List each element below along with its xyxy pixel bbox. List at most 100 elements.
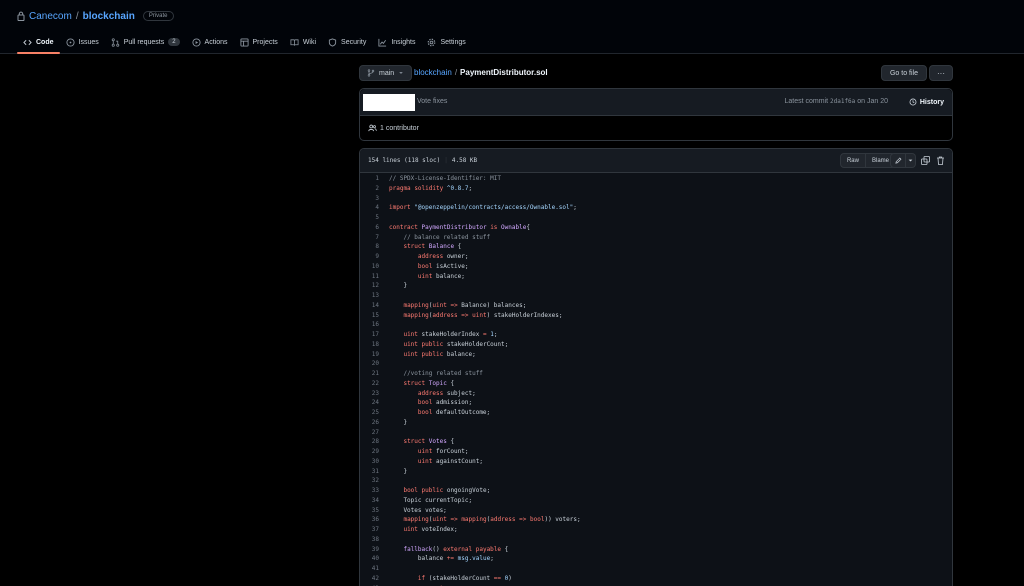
line-number[interactable]: 16 — [360, 320, 379, 330]
code-token: struct — [403, 438, 426, 446]
line-number[interactable]: 14 — [360, 301, 379, 311]
line-number[interactable]: 13 — [360, 291, 379, 301]
tab-actions[interactable]: Actions — [186, 33, 234, 51]
code-token: ) stakeHolderIndexes; — [486, 311, 563, 319]
line-number[interactable]: 39 — [360, 545, 379, 555]
line-number[interactable]: 26 — [360, 418, 379, 428]
line-number[interactable]: 27 — [360, 428, 379, 438]
line-number[interactable]: 1 — [360, 174, 379, 184]
line-number[interactable]: 19 — [360, 350, 379, 360]
line-number[interactable]: 28 — [360, 437, 379, 447]
code-token: balance; — [432, 272, 465, 280]
tab-pull-requests[interactable]: Pull requests 2 — [105, 33, 186, 51]
repo-owner-link[interactable]: Canecom — [29, 11, 72, 22]
breadcrumb-repo-link[interactable]: blockchain — [414, 68, 452, 77]
line-number[interactable]: 4 — [360, 203, 379, 213]
tab-security[interactable]: Security — [322, 33, 372, 51]
more-options-button[interactable]: ··· — [929, 65, 953, 81]
code-token: mapping — [461, 516, 487, 524]
contributors-link[interactable]: 1 contributor — [368, 124, 419, 132]
code-token: balance; — [443, 350, 476, 358]
code-line: 24 bool admission; — [360, 398, 952, 408]
line-number[interactable]: 12 — [360, 281, 379, 291]
code-token: mapping — [403, 516, 429, 524]
code-token: Votes — [428, 438, 447, 446]
code-token: == — [493, 574, 502, 582]
line-number[interactable]: 42 — [360, 574, 379, 584]
branch-selector[interactable]: main — [359, 65, 413, 81]
chevron-down-icon — [908, 159, 913, 162]
repo-name-link[interactable]: blockchain — [83, 11, 135, 22]
code-line: 36 mapping(uint => mapping(address => bo… — [360, 515, 952, 525]
raw-button[interactable]: Raw — [839, 153, 866, 168]
code-line: 9 address owner; — [360, 252, 952, 262]
tab-label: Issues — [78, 38, 99, 46]
line-number[interactable]: 2 — [360, 184, 379, 194]
edit-dropdown-button[interactable] — [906, 153, 916, 168]
line-number[interactable]: 20 — [360, 359, 379, 369]
line-number[interactable]: 5 — [360, 213, 379, 223]
code-token: += — [446, 555, 455, 563]
code-token: subject; — [443, 389, 476, 397]
history-icon — [909, 98, 917, 106]
line-number[interactable]: 22 — [360, 379, 379, 389]
commit-message-link[interactable]: Vote fixes — [417, 98, 447, 105]
line-number[interactable]: 31 — [360, 467, 379, 477]
tab-insights[interactable]: Insights — [372, 33, 421, 51]
line-number[interactable]: 25 — [360, 408, 379, 418]
line-number[interactable]: 9 — [360, 252, 379, 262]
line-number[interactable]: 40 — [360, 554, 379, 564]
latest-commit-label: Latest commit — [784, 98, 829, 105]
line-number[interactable]: 15 — [360, 311, 379, 321]
line-number[interactable]: 29 — [360, 447, 379, 457]
line-content: struct Balance { — [389, 242, 461, 252]
tab-wiki[interactable]: Wiki — [284, 33, 322, 51]
code-token: solidity — [414, 184, 444, 192]
breadcrumb-file-name: PaymentDistributor.sol — [460, 68, 548, 77]
history-link[interactable]: History — [909, 98, 944, 106]
tab-code[interactable]: Code — [17, 33, 60, 54]
go-to-file-button[interactable]: Go to file — [880, 65, 927, 81]
line-number[interactable]: 30 — [360, 457, 379, 467]
line-number[interactable]: 37 — [360, 525, 379, 535]
line-number[interactable]: 41 — [360, 564, 379, 574]
line-number[interactable]: 8 — [360, 242, 379, 252]
tab-settings[interactable]: Settings — [421, 33, 471, 51]
code-line: 14 mapping(uint => Balance) balances; — [360, 301, 952, 311]
code-token: mapping — [403, 311, 429, 319]
line-number[interactable]: 35 — [360, 506, 379, 516]
line-number[interactable]: 33 — [360, 486, 379, 496]
line-number[interactable]: 32 — [360, 476, 379, 486]
edit-button[interactable] — [890, 153, 906, 168]
line-content: // SPDX-License-Identifier: MIT — [389, 174, 501, 184]
copy-icon[interactable] — [921, 156, 930, 165]
line-number[interactable]: 10 — [360, 262, 379, 272]
line-content: pragma solidity ^0.8.7; — [389, 184, 472, 194]
line-number[interactable]: 24 — [360, 398, 379, 408]
line-number[interactable]: 3 — [360, 194, 379, 204]
line-number[interactable]: 17 — [360, 330, 379, 340]
line-number[interactable]: 21 — [360, 369, 379, 379]
code-token: uint — [403, 526, 418, 533]
line-number[interactable]: 36 — [360, 515, 379, 525]
line-content: contract PaymentDistributor is Ownable{ — [389, 223, 530, 233]
breadcrumb: blockchain / PaymentDistributor.sol — [414, 68, 548, 77]
line-number[interactable]: 11 — [360, 272, 379, 282]
line-number[interactable]: 7 — [360, 233, 379, 243]
tab-projects[interactable]: Projects — [234, 33, 284, 51]
commit-sha-link[interactable]: 2da1f6a — [830, 98, 855, 105]
line-number[interactable]: 38 — [360, 535, 379, 545]
code-line: 40 balance += msg.value; — [360, 554, 952, 564]
tab-issues[interactable]: Issues — [60, 33, 105, 51]
code-token: owner; — [443, 253, 469, 260]
code-token: bool — [417, 262, 433, 270]
line-number[interactable]: 23 — [360, 389, 379, 399]
line-number[interactable]: 18 — [360, 340, 379, 350]
line-content: Topic currentTopic; — [389, 496, 472, 506]
line-number[interactable]: 34 — [360, 496, 379, 506]
line-number[interactable]: 6 — [360, 223, 379, 233]
trash-icon[interactable] — [936, 156, 945, 165]
